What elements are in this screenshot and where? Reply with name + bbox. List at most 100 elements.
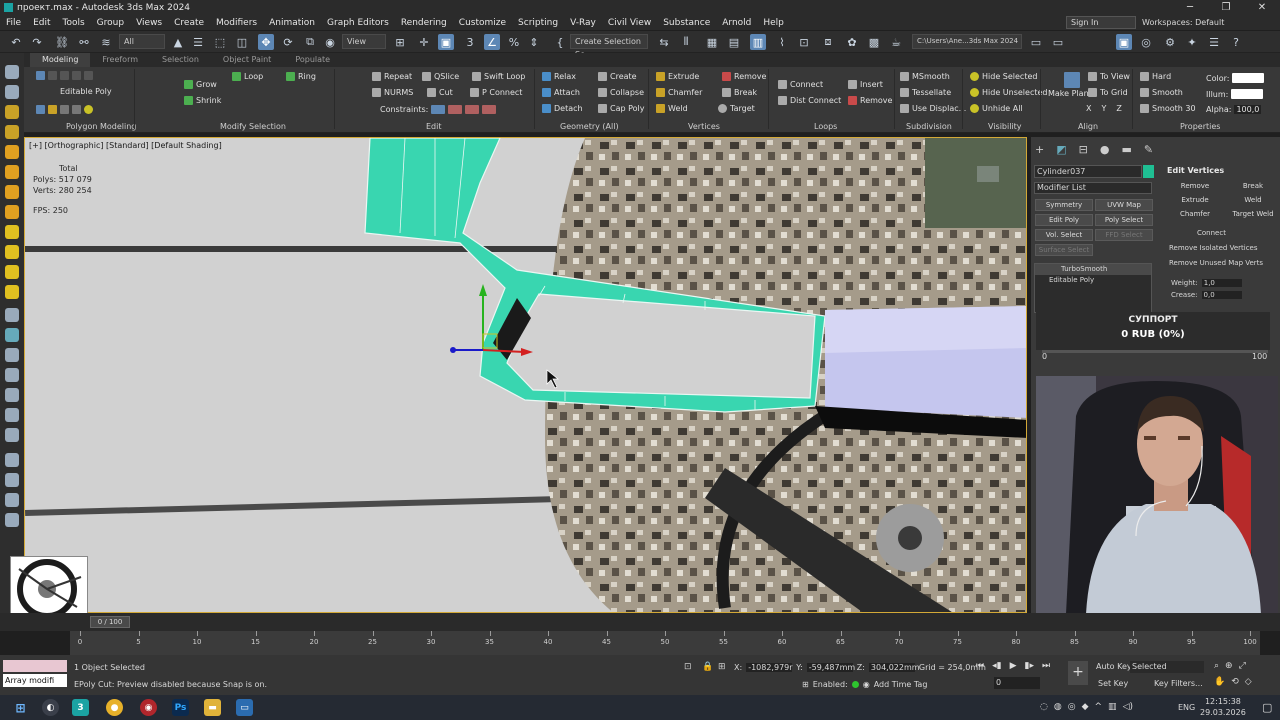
menu-customize[interactable]: Customize [453,18,512,28]
menu-rendering[interactable]: Rendering [395,18,453,28]
group-polygon-modeling[interactable]: Polygon Modeling [66,122,136,131]
enabled-indicator[interactable] [851,681,859,688]
tray-icon[interactable]: ◍ [1054,702,1062,712]
connect-vertex-button[interactable]: Connect [1197,229,1226,237]
remove-vertex-button[interactable]: Remove [1169,182,1221,190]
hard-button[interactable]: Hard [1140,72,1171,81]
recorder-taskbar-icon[interactable]: ◉ [140,699,157,716]
menu-views[interactable]: Views [130,18,168,28]
go-to-end-icon[interactable]: ⏭ [1042,661,1050,671]
selection-filter-dropdown[interactable]: All [119,34,165,49]
break-vertex-button[interactable]: Break [1227,182,1279,190]
create-tab-icon[interactable]: + [1035,143,1044,156]
edit-named-sets-icon[interactable]: { [552,34,568,50]
menu-help[interactable]: Help [757,18,790,28]
play-icon[interactable]: ▶ [1010,661,1017,671]
undo-icon[interactable]: ↶ [8,34,24,50]
surface-select-button[interactable]: Surface Select [1035,244,1093,256]
notifications-icon[interactable]: ▢ [1262,701,1272,714]
weld-button[interactable]: Weld [656,104,688,113]
menu-file[interactable]: File [0,18,27,28]
remove-button[interactable]: Remove [722,72,766,81]
time-tag-icon[interactable]: ◉ [863,680,870,689]
zoom-icon[interactable]: ⌕ [1214,661,1219,671]
photoshop-taskbar-icon[interactable]: Ps [172,699,189,716]
plugin-icon[interactable]: ✦ [1184,34,1200,50]
previous-frame-icon[interactable]: ◂▮ [992,661,1001,671]
loop-remove-button[interactable]: Remove [848,96,892,105]
menu-group[interactable]: Group [91,18,130,28]
close-button[interactable]: ✕ [1244,0,1280,15]
redo-icon[interactable]: ↷ [29,34,45,50]
open-explorer-icon[interactable]: ▭ [1050,34,1066,50]
y-coordinate-field[interactable]: -59,487mm [806,663,855,672]
clock[interactable]: 12:15:38 29.03.2026 [1200,696,1246,718]
tab-selection[interactable]: Selection [150,53,211,67]
field-of-view-icon[interactable]: ◇ [1245,677,1252,687]
edit-vertices-rollout-title[interactable]: Edit Vertices [1167,166,1224,175]
weight-spinner[interactable]: Weight: 1,0 [1171,279,1242,287]
bind-spacewarp-icon[interactable]: ≋ [98,34,114,50]
volume-icon[interactable]: ◁) [1123,702,1133,712]
modify-tab-icon[interactable]: ◩ [1056,143,1066,156]
tool-icon[interactable] [5,85,19,99]
remove-isolated-vertices-button[interactable]: Remove Isolated Vertices [1169,244,1258,252]
scale-icon[interactable]: ⧉ [302,34,318,50]
list-icon[interactable]: ☰ [1206,34,1222,50]
to-view-button[interactable]: To View [1088,72,1130,81]
menu-create[interactable]: Create [168,18,210,28]
time-slider[interactable]: 0 / 100 [0,613,1280,631]
window-crossing-icon[interactable]: ◫ [234,34,250,50]
group-loops[interactable]: Loops [814,122,837,131]
tool-icon[interactable] [5,408,19,422]
menu-edit[interactable]: Edit [27,18,56,28]
repeat-button[interactable]: Repeat [372,72,412,81]
track-bar[interactable]: 0 5 10 15 20 25 30 35 40 45 50 55 60 65 70 75 80 85 90 95 10… [70,631,1260,655]
rendered-frame-icon[interactable]: ▩ [866,34,882,50]
tray-icon[interactable]: ◌ [1040,702,1048,712]
toggle-panel-icon[interactable]: ▣ [1116,34,1132,50]
relax-button[interactable]: Relax [542,72,576,81]
time-slider-thumb[interactable]: 0 / 100 [90,616,130,628]
curve-editor-icon[interactable]: ⌇ [774,34,790,50]
render-setup-icon[interactable]: ✿ [844,34,860,50]
chrome-taskbar-icon[interactable]: ● [106,699,123,716]
detach-button[interactable]: Detach [542,104,583,113]
cap-poly-button[interactable]: Cap Poly [598,104,645,113]
sign-in-dropdown[interactable]: Sign In [1066,16,1136,29]
app-icon[interactable]: ◐ [42,699,59,716]
tool-icon[interactable] [5,473,19,487]
tool-icon[interactable] [5,308,19,322]
tool-icon[interactable] [5,493,19,507]
current-frame-field[interactable]: 0 [994,677,1040,689]
tray-icon[interactable]: ◎ [1068,702,1076,712]
language-indicator[interactable]: ENG [1178,703,1195,712]
smooth-30-button[interactable]: Smooth 30 [1140,104,1196,113]
schematic-view-icon[interactable]: ⊡ [796,34,812,50]
tessellate-button[interactable]: Tessellate [900,88,951,97]
percent-snap-icon[interactable]: % [506,34,522,50]
zoom-all-icon[interactable]: ⊕ [1225,661,1233,671]
move-icon[interactable]: ✥ [258,34,274,50]
viewport-orthographic[interactable]: [+] [Orthographic] [Standard] [Default S… [24,137,1027,613]
pivot-center-icon[interactable]: ⊞ [392,34,408,50]
illum-swatch[interactable]: Illum: [1206,89,1264,99]
grow-button[interactable]: Grow [184,80,217,89]
group-geometry-all[interactable]: Geometry (All) [560,122,619,131]
lock-selection-icon[interactable]: 🔒 [702,662,713,672]
pan-icon[interactable]: ✋ [1214,677,1225,687]
msmooth-button[interactable]: MSmooth [900,72,950,81]
hide-unselected-button[interactable]: Hide Unselected [970,88,1047,97]
link-icon[interactable]: ⛓ [54,34,70,50]
tool-icon[interactable] [5,145,19,159]
group-properties[interactable]: Properties [1180,122,1220,131]
hide-selected-button[interactable]: Hide Selected [970,72,1037,81]
smooth-button[interactable]: Smooth [1140,88,1183,97]
stack-item-editable-poly[interactable]: Editable Poly [1035,275,1151,286]
create-button[interactable]: Create [598,72,637,81]
tool-icon[interactable] [5,513,19,527]
3ds-max-taskbar-icon[interactable]: 3 [72,699,89,716]
cut-button[interactable]: Cut [427,88,453,97]
align-axis-buttons[interactable]: XYZ [1086,104,1122,113]
set-key-button[interactable]: Set Key [1098,679,1128,688]
